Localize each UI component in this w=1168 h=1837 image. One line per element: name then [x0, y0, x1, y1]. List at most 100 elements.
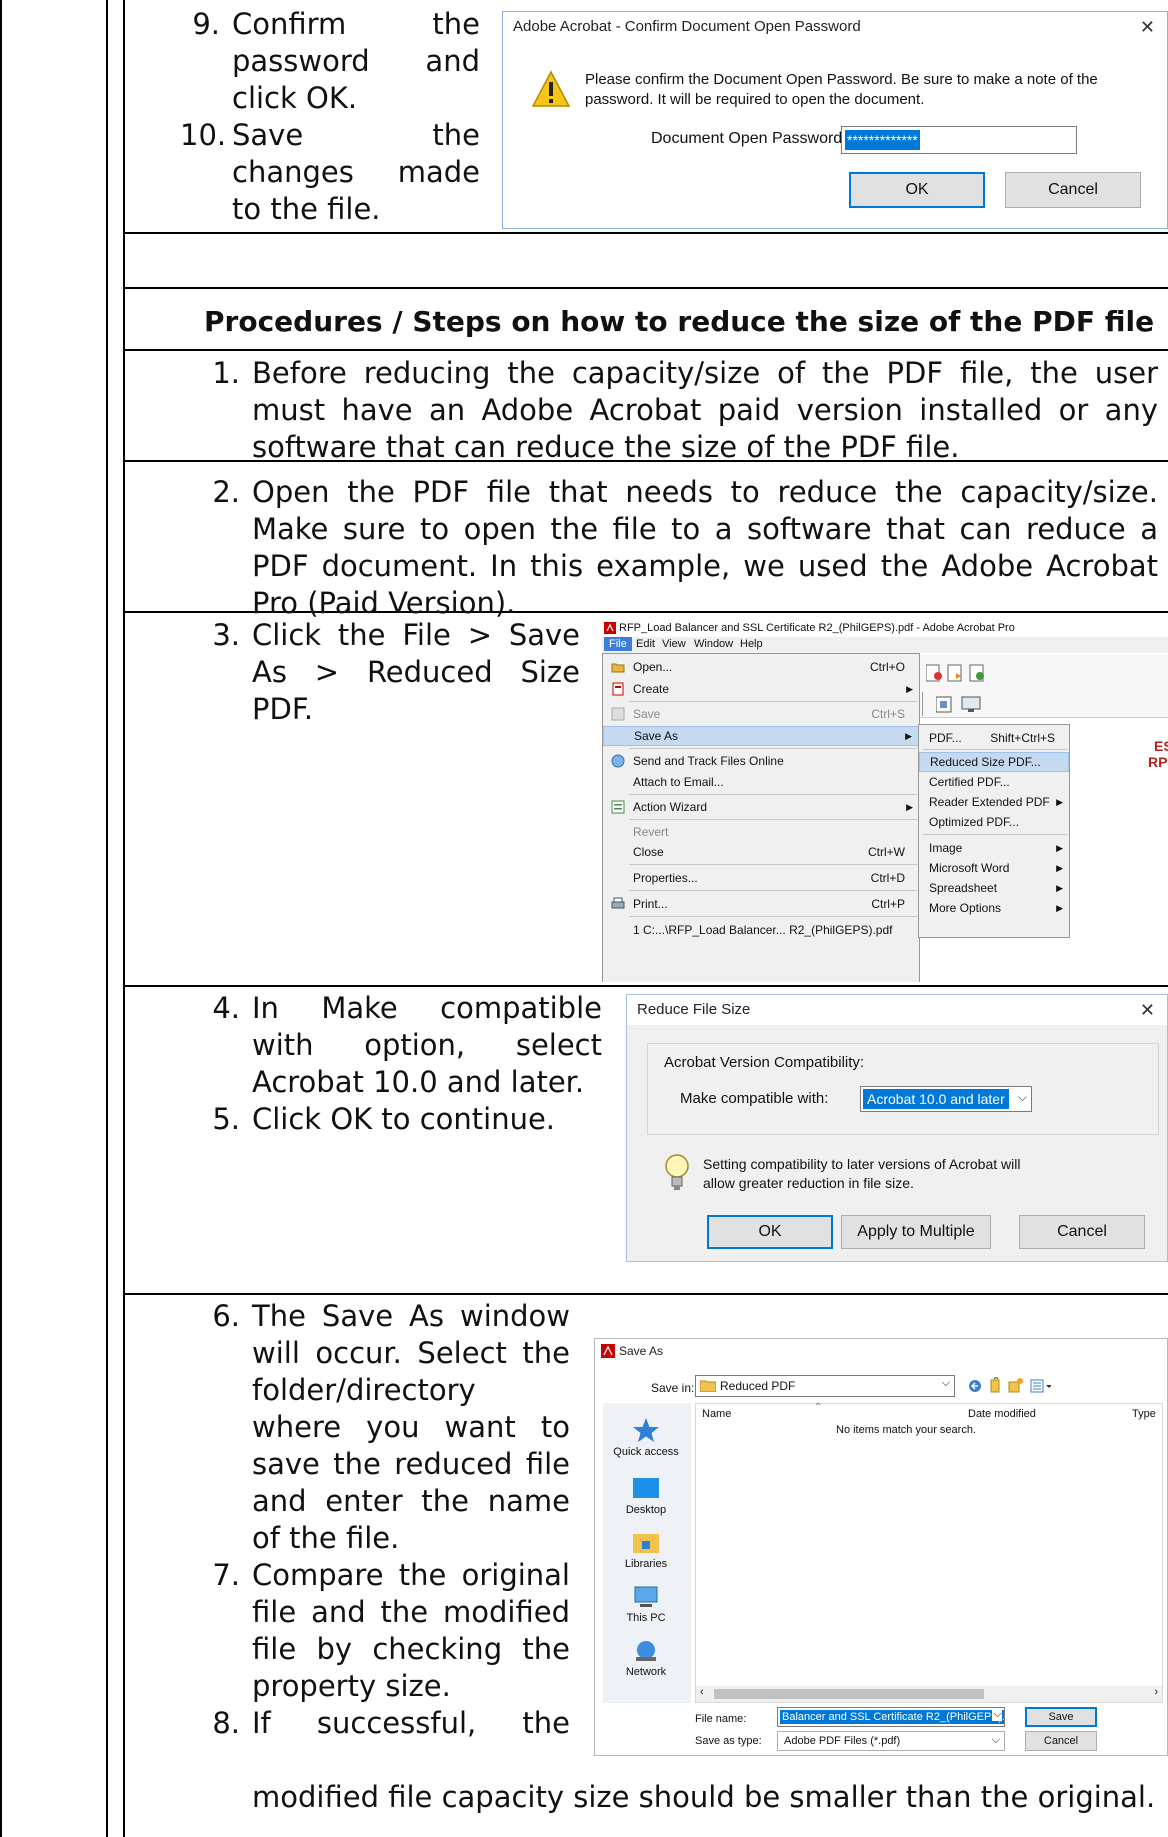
save-button[interactable]: Save: [1025, 1707, 1097, 1727]
scroll-left-icon: ‹: [700, 1686, 704, 1698]
steps-1-2: 1. Before reducing the capacity/size of t…: [200, 355, 1158, 622]
pdf-icon: [604, 622, 616, 634]
acrobat-title-bar: RFP_Load Balancer and SSL Certificate R2…: [602, 620, 1168, 636]
save-in-select[interactable]: Reduced PDF ⌵: [695, 1375, 955, 1397]
submenu-item-pdf[interactable]: PDF... Shift+Ctrl+S: [919, 728, 1069, 748]
compatibility-group: Acrobat Version Compatibility: Make comp…: [647, 1043, 1159, 1135]
menu-window[interactable]: Window: [694, 638, 733, 650]
password-label: Document Open Password:: [651, 130, 847, 147]
submenu-arrow-icon: ▶: [1056, 796, 1063, 807]
scrollbar-thumb[interactable]: [714, 1689, 984, 1699]
document-page: 9. Confirm the password and click OK. 10.…: [0, 0, 1168, 1837]
save-type-label: Save as type:: [695, 1735, 762, 1747]
list-item: 9. Confirm the password and click OK.: [192, 7, 480, 115]
submenu-item-word[interactable]: Microsoft Word ▶: [919, 858, 1069, 878]
step-8-continuation: modified file capacity size should be sm…: [252, 1780, 1156, 1814]
ok-button[interactable]: OK: [849, 172, 985, 208]
nav-desktop[interactable]: Desktop: [603, 1477, 689, 1516]
submenu-item-spreadsheet[interactable]: Spreadsheet ▶: [919, 878, 1069, 898]
nav-quick-access[interactable]: Quick access: [603, 1417, 689, 1458]
open-folder-icon: [611, 663, 625, 673]
compatibility-select[interactable]: Acrobat 10.0 and later ⌵: [860, 1086, 1032, 1112]
group-label: Acrobat Version Compatibility:: [664, 1054, 865, 1071]
menu-item-open[interactable]: Open... Ctrl+O: [603, 657, 919, 677]
submenu-item-reader-extended[interactable]: Reader Extended PDF ▶: [919, 792, 1069, 812]
dialog-title-bar: Save As: [595, 1339, 1167, 1363]
folder-icon: [700, 1380, 716, 1392]
column-name[interactable]: Name: [702, 1408, 731, 1420]
dialog-title: Adobe Acrobat - Confirm Document Open Pa…: [513, 18, 861, 35]
close-icon[interactable]: ✕: [1140, 1000, 1155, 1021]
selected-value: Acrobat 10.0 and later: [863, 1089, 1009, 1109]
list-item: 2. Open the PDF file that needs to reduce…: [212, 475, 1158, 620]
save-as-submenu: PDF... Shift+Ctrl+S Reduced Size PDF... C…: [918, 724, 1070, 938]
chevron-down-icon: ⌵: [991, 1734, 1000, 1746]
menu-item-create[interactable]: Create ▶: [603, 679, 919, 699]
menu-edit[interactable]: Edit: [636, 638, 655, 650]
dialog-title: Reduce File Size: [637, 1001, 751, 1018]
save-as-dialog: Save As Save in: Reduced PDF ⌵ Quick acc…: [594, 1338, 1168, 1756]
menu-item-close[interactable]: Close Ctrl+W: [603, 842, 919, 862]
row-line: [123, 1293, 1168, 1295]
ok-button[interactable]: OK: [707, 1215, 833, 1249]
create-icon: [612, 682, 624, 696]
cancel-button[interactable]: Cancel: [1025, 1731, 1097, 1751]
lightbulb-icon: [665, 1154, 689, 1190]
tip-text: Setting compatibility to later versions …: [703, 1156, 1021, 1191]
menu-item-properties[interactable]: Properties... Ctrl+D: [603, 868, 919, 888]
table-border-col1: [106, 0, 108, 1837]
menu-item-revert[interactable]: Revert: [603, 822, 919, 842]
row-line: [123, 232, 1168, 234]
toolbar-icon: [926, 664, 984, 682]
submenu-arrow-icon: ▶: [1056, 882, 1063, 893]
file-list[interactable]: Name ⌃ Date modified Type No items match…: [695, 1402, 1163, 1703]
menu-help[interactable]: Help: [740, 638, 763, 650]
background-logo-text: ES RPORA: [1148, 738, 1168, 770]
horizontal-scrollbar[interactable]: ‹ ›: [696, 1686, 1162, 1702]
nav-this-pc[interactable]: This PC: [603, 1585, 689, 1624]
list-item: 10. Save the changes made to the file.: [180, 118, 480, 226]
menu-file[interactable]: File: [604, 637, 632, 651]
section-heading: Procedures / Steps on how to reduce the …: [204, 305, 1155, 338]
menu-view[interactable]: View: [662, 638, 686, 650]
list-item: 3. Click the File > Save As > Reduced Siz…: [212, 618, 580, 726]
save-in-label: Save in:: [651, 1381, 695, 1395]
submenu-arrow-icon: ▶: [905, 730, 912, 741]
save-type-select[interactable]: Adobe PDF Files (*.pdf) ⌵: [777, 1731, 1005, 1751]
dialog-title-bar: Adobe Acrobat - Confirm Document Open Pa…: [503, 12, 1167, 42]
submenu-item-image[interactable]: Image ▶: [919, 838, 1069, 858]
chevron-down-icon: ⌵: [991, 1708, 1002, 1721]
menu-item-attach-email[interactable]: Attach to Email...: [603, 772, 919, 792]
submenu-item-reduced-size[interactable]: Reduced Size PDF...: [919, 752, 1069, 772]
submenu-arrow-icon: ▶: [906, 801, 913, 812]
nav-libraries[interactable]: Libraries: [603, 1531, 689, 1570]
desktop-icon: [633, 1478, 659, 1498]
computer-icon: [634, 1586, 658, 1607]
table-border-left: [0, 0, 2, 1837]
close-icon[interactable]: ✕: [1140, 17, 1155, 38]
menu-item-action-wizard[interactable]: Action Wizard ▶: [603, 797, 919, 817]
submenu-item-optimized[interactable]: Optimized PDF...: [919, 812, 1069, 832]
cancel-button[interactable]: Cancel: [1019, 1215, 1145, 1249]
apply-to-multiple-button[interactable]: Apply to Multiple: [841, 1215, 991, 1249]
column-date[interactable]: Date modified: [968, 1408, 1036, 1420]
menu-item-save-as[interactable]: Save As ▶: [603, 726, 919, 746]
submenu-item-more-options[interactable]: More Options ▶: [919, 898, 1069, 918]
file-name-input[interactable]: Balancer and SSL Certificate R2_(PhilGEP…: [777, 1707, 1005, 1727]
menu-item-recent-file[interactable]: 1 C:...\RFP_Load Balancer... R2_(PhilGEP…: [603, 920, 919, 940]
steps-4-5: 4. In Make compatible with option, select…: [200, 990, 602, 1138]
print-icon: [611, 897, 625, 909]
menu-item-save[interactable]: Save Ctrl+S: [603, 704, 919, 724]
warning-icon: [531, 70, 571, 107]
submenu-item-certified[interactable]: Certified PDF...: [919, 772, 1069, 792]
nav-network[interactable]: Network: [603, 1639, 689, 1678]
places-sidebar: Quick access Desktop Libraries This PC N…: [603, 1403, 691, 1703]
menu-item-send-track[interactable]: Send and Track Files Online: [603, 751, 919, 771]
step-3: 3. Click the File > Save As > Reduced Siz…: [200, 617, 580, 728]
list-item: 7. Compare the original file and the modi…: [212, 1558, 570, 1703]
column-type[interactable]: Type: [1132, 1408, 1156, 1420]
menu-item-print[interactable]: Print... Ctrl+P: [603, 894, 919, 914]
cancel-button[interactable]: Cancel: [1005, 172, 1141, 208]
toolbar-nav-icons[interactable]: [967, 1377, 1051, 1395]
password-field[interactable]: *************: [841, 126, 1077, 154]
